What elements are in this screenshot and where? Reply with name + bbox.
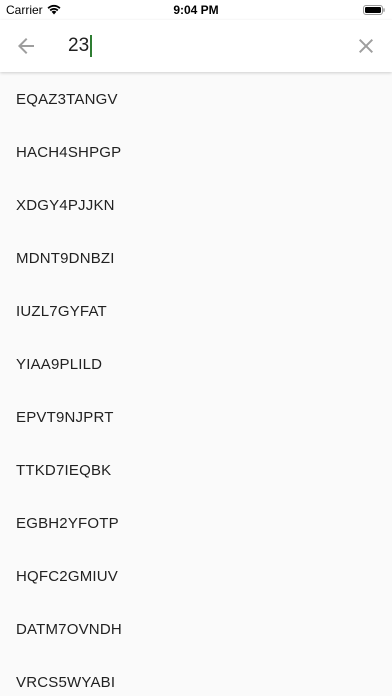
text-caret <box>90 35 93 57</box>
result-list: EQAZ3TANGV HACH4SHPGP XDGY4PJJKN MDNT9DN… <box>0 72 392 696</box>
list-item[interactable]: MDNT9DNBZI <box>0 232 392 285</box>
close-icon[interactable] <box>354 34 378 58</box>
list-item[interactable]: DATM7OVNDH <box>0 603 392 656</box>
list-item[interactable]: IUZL7GYFAT <box>0 285 392 338</box>
screen: Carrier 9:04 PM 23 EQAZ3TANGV HACH4SHPGP… <box>0 0 392 696</box>
list-item[interactable]: VRCS5WYABI <box>0 656 392 696</box>
battery-icon <box>363 5 385 15</box>
list-item[interactable]: HACH4SHPGP <box>0 126 392 179</box>
list-item[interactable]: EGBH2YFOTP <box>0 497 392 550</box>
list-item[interactable]: EPVT9NJPRT <box>0 391 392 444</box>
status-bar: Carrier 9:04 PM <box>0 0 392 20</box>
list-item[interactable]: TTKD7IEQBK <box>0 444 392 497</box>
search-input[interactable]: 23 <box>68 32 93 60</box>
list-item[interactable]: HQFC2GMIUV <box>0 550 392 603</box>
list-item[interactable]: YIAA9PLILD <box>0 338 392 391</box>
arrow-left-icon[interactable] <box>14 34 38 58</box>
search-query[interactable]: 23 <box>68 32 89 60</box>
status-time: 9:04 PM <box>173 3 219 17</box>
list-item[interactable]: XDGY4PJJKN <box>0 179 392 232</box>
search-bar: 23 <box>0 20 392 72</box>
list-item[interactable]: EQAZ3TANGV <box>0 72 392 126</box>
